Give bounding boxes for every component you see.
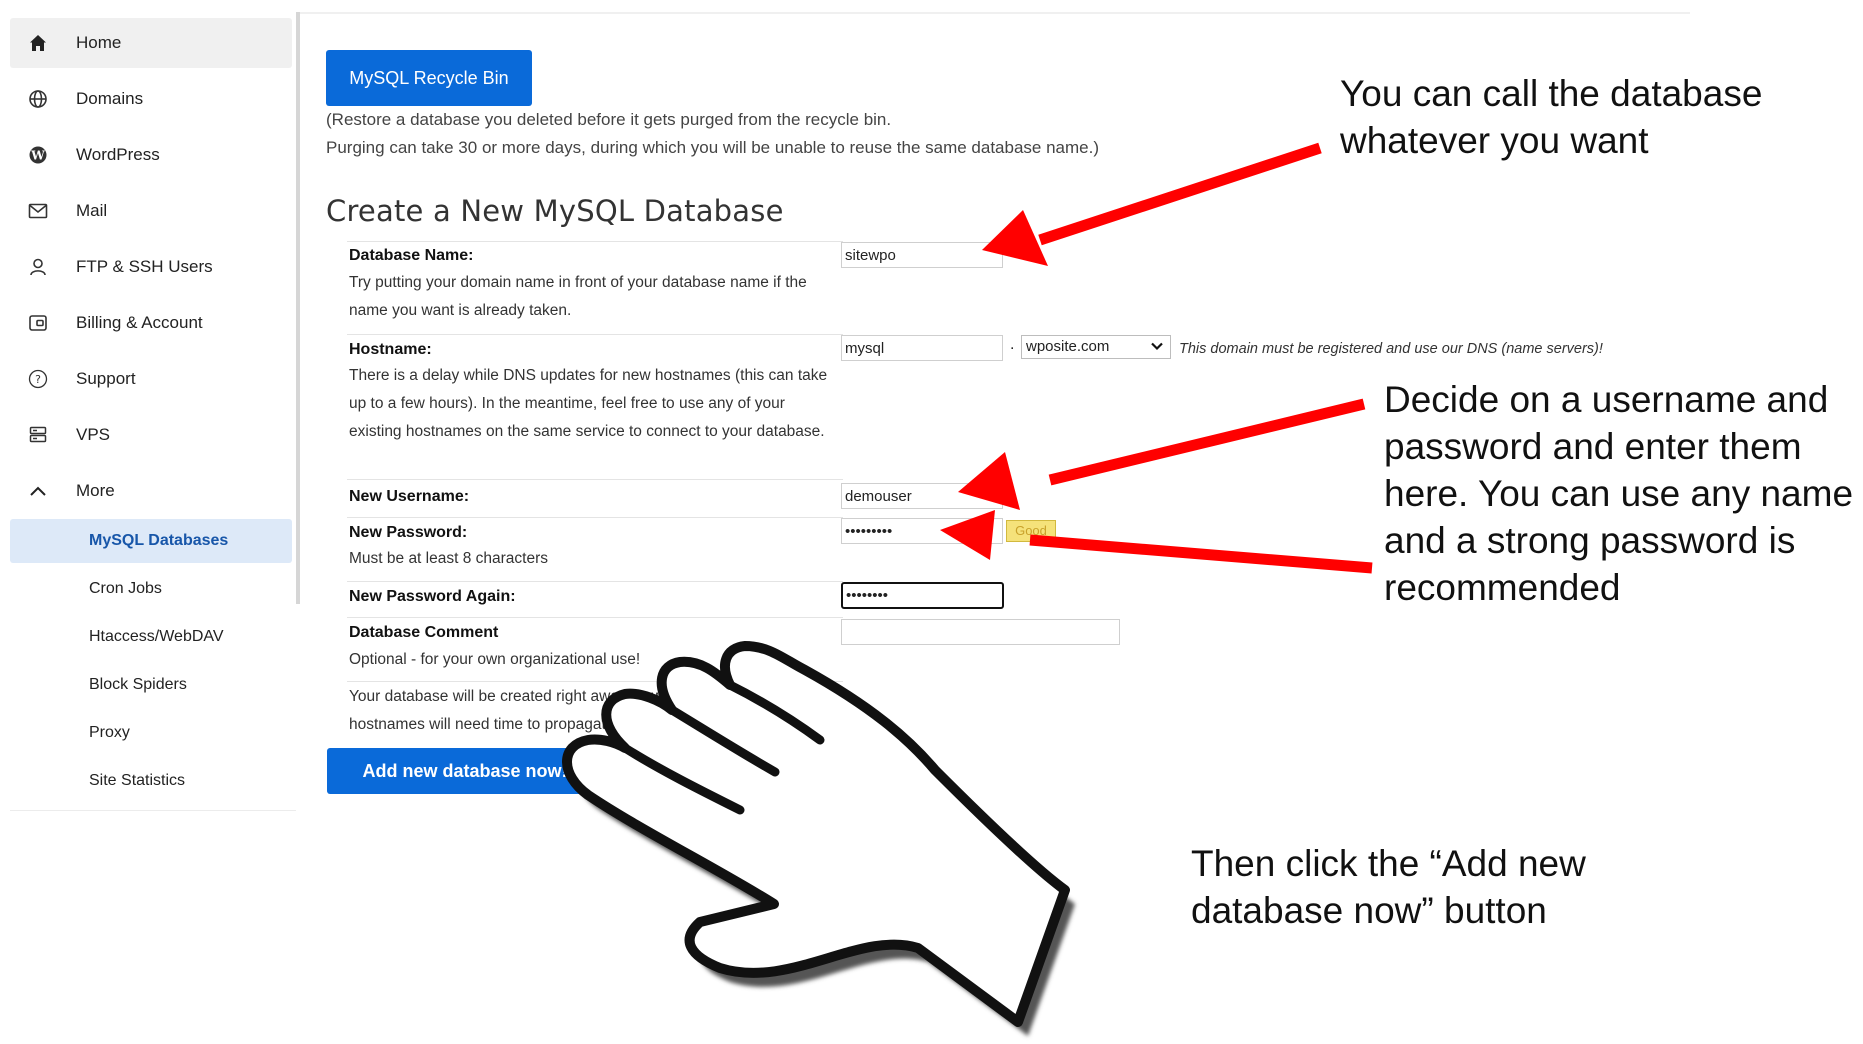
annotation-line: recommended <box>1384 567 1621 608</box>
sidebar-subitem-block-spiders[interactable]: Block Spiders <box>10 663 292 707</box>
annotation-line: Then click the “Add new <box>1191 843 1586 884</box>
hostname-label: Hostname: <box>349 341 432 358</box>
user-icon <box>26 255 50 279</box>
annotation-line: Decide on a username and <box>1384 379 1829 420</box>
arrow-to-password <box>940 510 1373 574</box>
database-comment-label: Database Comment <box>349 624 499 641</box>
annotation-line: and a strong password is <box>1384 520 1796 561</box>
sidebar-item-mail[interactable]: Mail <box>10 186 292 236</box>
row-divider <box>347 517 843 518</box>
domain-note: This domain must be registered and use o… <box>1179 341 1603 357</box>
sidebar-item-domains[interactable]: Domains <box>10 74 292 124</box>
hostname-help: There is a delay while DNS updates for n… <box>349 367 828 440</box>
svg-text:?: ? <box>35 373 41 386</box>
annotation-line: here. You can use any name <box>1384 473 1854 514</box>
row-divider <box>347 681 843 682</box>
sidebar-item-ftp-ssh-users[interactable]: FTP & SSH Users <box>10 242 292 292</box>
annotation-line: password and enter them <box>1384 426 1802 467</box>
new-password-label: New Password: <box>349 524 468 541</box>
annotation-line: database now” button <box>1191 890 1547 931</box>
sidebar-scrollbar[interactable] <box>296 12 300 604</box>
database-name-help: Try putting your domain name in front of… <box>349 274 807 319</box>
annotation-line: You can call the database <box>1340 73 1763 114</box>
page-title: Create a New MySQL Database <box>326 194 784 228</box>
sidebar-divider <box>10 810 296 811</box>
sidebar-subitem-label: MySQL Databases <box>89 532 229 549</box>
footer-note: Your database will be created right away… <box>349 688 726 733</box>
row-divider <box>347 334 843 335</box>
header-divider <box>300 12 1690 14</box>
sidebar: Home Domains W WordPress Mail FTP & SSH … <box>10 0 298 826</box>
sidebar-item-label: Home <box>76 33 122 52</box>
sidebar-item-label: Billing & Account <box>76 313 203 332</box>
sidebar-item-label: FTP & SSH Users <box>76 257 213 276</box>
new-password-again-label: New Password Again: <box>349 588 516 605</box>
database-name-label: Database Name: <box>349 247 474 264</box>
hostname-input[interactable] <box>841 335 1003 361</box>
globe-icon <box>26 87 50 111</box>
svg-text:W: W <box>30 149 45 163</box>
arrow-to-username <box>958 398 1366 510</box>
sidebar-item-support[interactable]: ? Support <box>10 354 292 404</box>
new-username-input[interactable] <box>841 483 1003 509</box>
sidebar-item-label: Support <box>76 369 136 388</box>
sidebar-item-more[interactable]: More <box>10 466 292 516</box>
domain-select[interactable]: wposite.com <box>1021 335 1171 359</box>
sidebar-subitem-label: Htaccess/WebDAV <box>89 628 224 645</box>
row-divider <box>347 617 843 618</box>
chevron-up-icon <box>26 479 50 503</box>
sidebar-subitem-cron-jobs[interactable]: Cron Jobs <box>10 567 292 611</box>
sidebar-item-label: Domains <box>76 89 144 108</box>
mysql-recycle-bin-button[interactable]: MySQL Recycle Bin <box>326 50 532 106</box>
sidebar-item-home[interactable]: Home <box>10 18 292 68</box>
sidebar-item-label: Mail <box>76 201 108 220</box>
sidebar-item-billing-account[interactable]: Billing & Account <box>10 298 292 348</box>
mail-icon <box>26 199 50 223</box>
sidebar-item-label: WordPress <box>76 145 160 164</box>
annotation-click: Then click the “Add new database now” bu… <box>1191 840 1586 934</box>
database-comment-help: Optional - for your own organizational u… <box>349 651 641 668</box>
row-divider <box>347 241 843 242</box>
wordpress-icon: W <box>26 143 50 167</box>
new-password-again-input[interactable] <box>841 582 1004 609</box>
password-strength-badge: Good <box>1006 520 1056 542</box>
sidebar-subitem-mysql-databases[interactable]: MySQL Databases <box>10 519 292 563</box>
sidebar-item-wordpress[interactable]: W WordPress <box>10 130 292 180</box>
server-icon <box>26 423 50 447</box>
sidebar-item-label: VPS <box>76 425 111 444</box>
sidebar-subitem-label: Block Spiders <box>89 676 187 693</box>
new-password-help: Must be at least 8 characters <box>349 550 549 567</box>
sidebar-item-label: More <box>76 481 115 500</box>
new-password-input[interactable] <box>841 518 1003 544</box>
recycle-note-line1: (Restore a database you deleted before i… <box>326 110 892 129</box>
database-name-input[interactable] <box>841 242 1003 268</box>
add-new-database-button[interactable]: Add new database now! <box>327 748 603 794</box>
hostname-separator: . <box>1010 336 1015 353</box>
row-divider <box>347 479 843 480</box>
sidebar-item-vps[interactable]: VPS <box>10 410 292 460</box>
sidebar-subitem-htaccess-webdav[interactable]: Htaccess/WebDAV <box>10 615 292 659</box>
sidebar-subitem-label: Site Statistics <box>89 772 186 789</box>
chevron-down-icon <box>1150 338 1164 360</box>
domain-select-value: wposite.com <box>1026 338 1110 355</box>
row-divider <box>347 581 843 582</box>
annotation-line: whatever you want <box>1340 120 1649 161</box>
arrow-to-database-name <box>982 142 1322 266</box>
sidebar-subitem-site-statistics[interactable]: Site Statistics <box>10 759 292 803</box>
home-icon <box>26 31 50 55</box>
sidebar-subitem-proxy[interactable]: Proxy <box>10 711 292 755</box>
sidebar-subitem-label: Cron Jobs <box>89 580 162 597</box>
new-username-label: New Username: <box>349 488 470 505</box>
help-circle-icon: ? <box>26 367 50 391</box>
recycle-note-line2: Purging can take 30 or more days, during… <box>326 138 1100 157</box>
billing-icon <box>26 311 50 335</box>
annotation-db-name: You can call the database whatever you w… <box>1340 70 1762 164</box>
sidebar-subitem-label: Proxy <box>89 724 130 741</box>
database-comment-input[interactable] <box>841 619 1120 645</box>
annotation-credentials: Decide on a username and password and en… <box>1384 376 1853 611</box>
